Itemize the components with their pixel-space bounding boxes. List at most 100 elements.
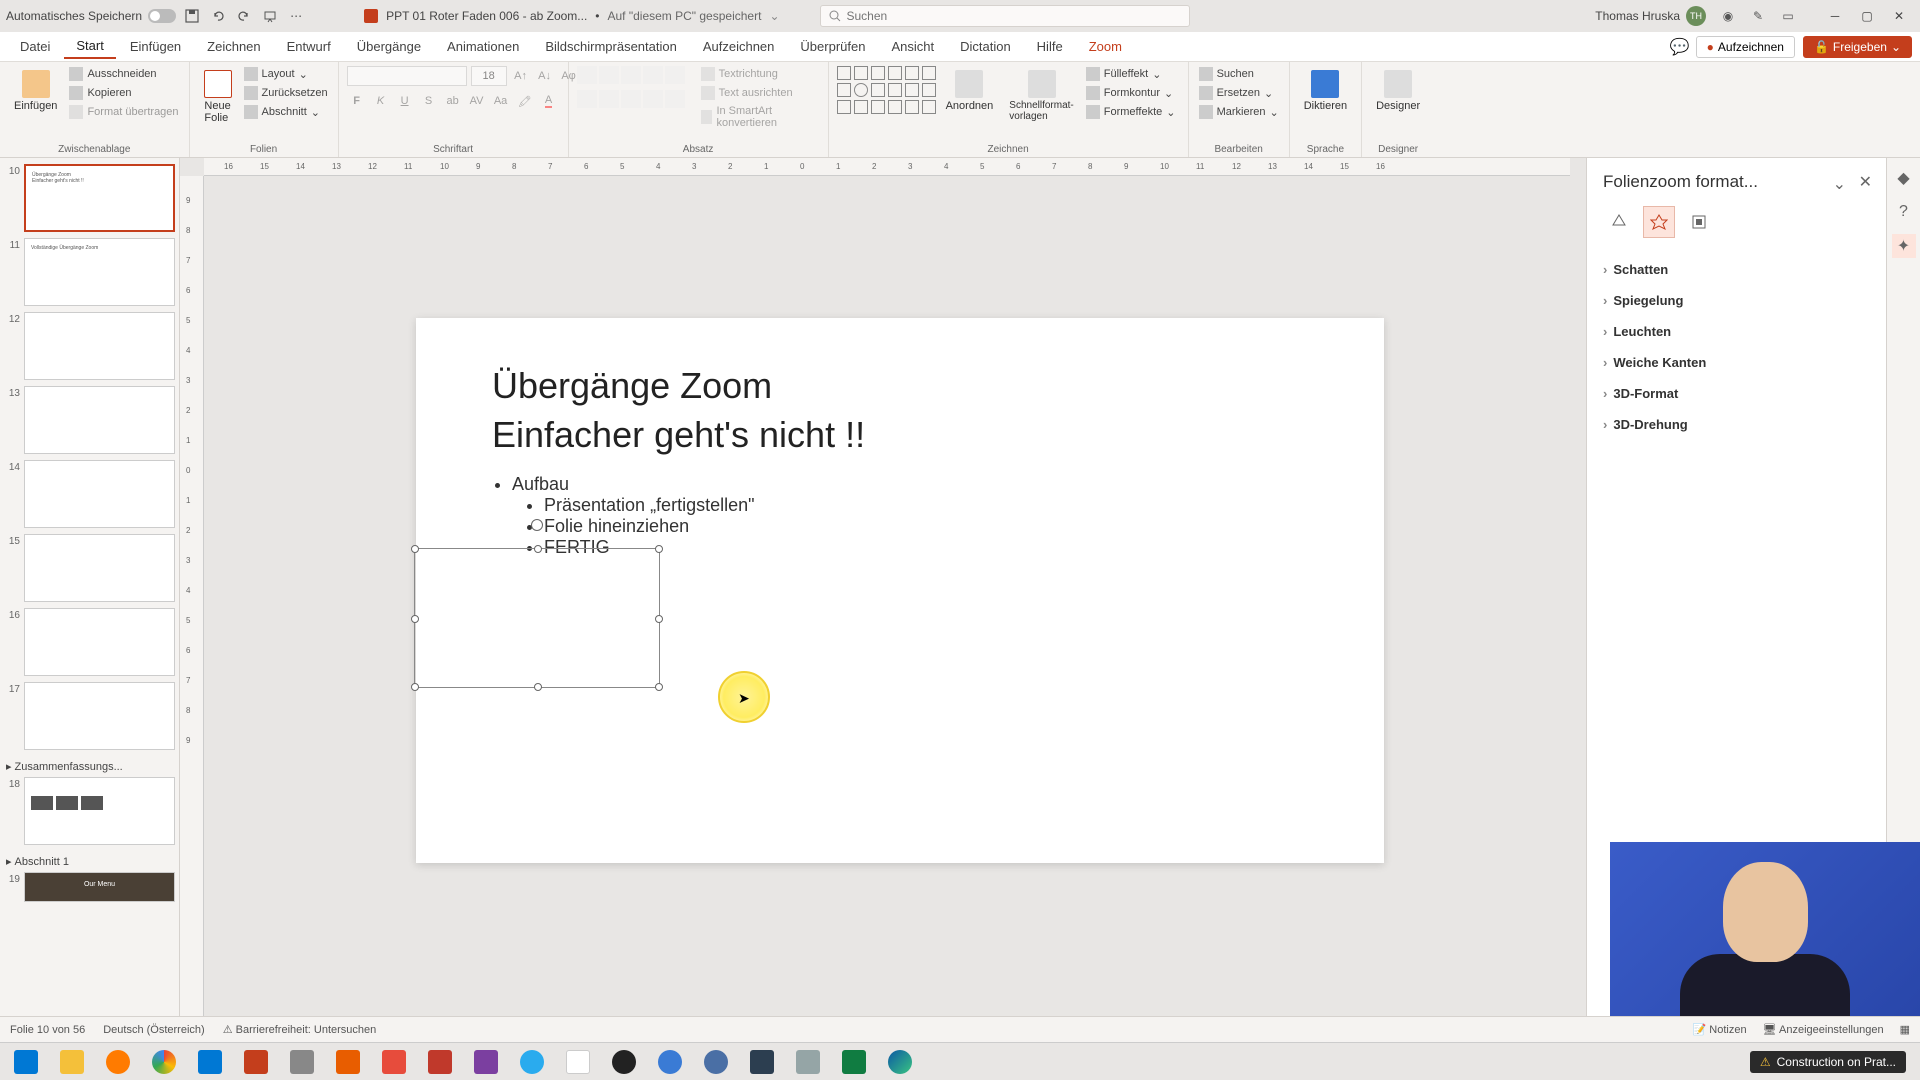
quick-styles-button[interactable]: Schnellformat- vorlagen xyxy=(1003,66,1079,126)
tab-uebergaenge[interactable]: Übergänge xyxy=(345,35,433,58)
tab-aufzeichnen[interactable]: Aufzeichnen xyxy=(691,35,787,58)
user-account[interactable]: Thomas Hruska TH xyxy=(1595,6,1706,26)
fill-line-tab[interactable] xyxy=(1603,206,1635,238)
smartart-button[interactable]: In SmartArt konvertieren xyxy=(699,104,820,130)
align-right-icon[interactable] xyxy=(621,90,641,108)
new-slide-button[interactable]: Neue Folie xyxy=(198,66,238,128)
rail-help-icon[interactable]: ? xyxy=(1892,200,1916,224)
section-schatten[interactable]: Schatten xyxy=(1603,254,1870,285)
bold-icon[interactable]: F xyxy=(347,92,367,110)
underline-icon[interactable]: U xyxy=(395,92,415,110)
align-left-icon[interactable] xyxy=(577,90,597,108)
slide-editor[interactable]: Übergänge Zoom Einfacher geht's nicht !!… xyxy=(416,318,1384,863)
columns-icon[interactable] xyxy=(665,90,685,108)
taskbar-app-icon[interactable] xyxy=(280,1045,324,1079)
slide-thumb-11[interactable]: Vollständige Übergänge Zoom xyxy=(24,238,175,306)
slide-thumb-16[interactable] xyxy=(24,608,175,676)
section-weiche-kanten[interactable]: Weiche Kanten xyxy=(1603,347,1870,378)
cut-button[interactable]: Ausschneiden xyxy=(67,66,180,82)
italic-icon[interactable]: K xyxy=(371,92,391,110)
section-3d-drehung[interactable]: 3D-Drehung xyxy=(1603,409,1870,440)
designer-button[interactable]: Designer xyxy=(1370,66,1426,116)
tab-start[interactable]: Start xyxy=(64,34,115,59)
taskbar-powerpoint-icon[interactable] xyxy=(234,1045,278,1079)
slide-title[interactable]: Übergänge Zoom Einfacher geht's nicht !! xyxy=(492,362,865,459)
find-button[interactable]: Suchen xyxy=(1197,66,1281,82)
taskbar-vlc-icon[interactable] xyxy=(326,1045,370,1079)
taskbar-app-icon[interactable] xyxy=(648,1045,692,1079)
shape-effects-button[interactable]: Formeffekte⌄ xyxy=(1084,104,1178,120)
slide-thumb-17[interactable] xyxy=(24,682,175,750)
resize-handle[interactable] xyxy=(534,683,542,691)
document-name[interactable]: PPT 01 Roter Faden 006 - ab Zoom... xyxy=(386,9,587,23)
slide-canvas-area[interactable]: 1615141312111098765432101234567891011121… xyxy=(180,158,1586,1016)
save-icon[interactable] xyxy=(184,8,200,24)
taskbar-outlook-icon[interactable] xyxy=(188,1045,232,1079)
shadow-icon[interactable]: ab xyxy=(443,92,463,110)
search-input[interactable] xyxy=(847,9,1181,23)
resize-handle[interactable] xyxy=(411,683,419,691)
present-from-start-icon[interactable] xyxy=(262,8,278,24)
slide-thumb-10[interactable]: Übergänge ZoomEinfacher geht's nicht !! xyxy=(24,164,175,232)
section-header-summary[interactable]: ▸Zusammenfassungs... xyxy=(4,756,175,777)
tab-bildschirmpraesentation[interactable]: Bildschirmpräsentation xyxy=(533,35,689,58)
edit-mode-icon[interactable]: ✎ xyxy=(1750,8,1766,24)
ribbon-display-icon[interactable]: ▭ xyxy=(1780,8,1796,24)
taskbar-explorer-icon[interactable] xyxy=(50,1045,94,1079)
taskbar-app-icon[interactable] xyxy=(418,1045,462,1079)
resize-handle[interactable] xyxy=(411,545,419,553)
tab-animationen[interactable]: Animationen xyxy=(435,35,531,58)
select-button[interactable]: Markieren⌄ xyxy=(1197,104,1281,120)
notes-button[interactable]: 📝 Notizen xyxy=(1693,1023,1747,1036)
decrease-font-icon[interactable]: A↓ xyxy=(535,67,555,85)
undo-icon[interactable] xyxy=(210,8,226,24)
accessibility-status[interactable]: ⚠ Barrierefreiheit: Untersuchen xyxy=(223,1023,377,1036)
taskbar-edge-icon[interactable] xyxy=(878,1045,922,1079)
language-status[interactable]: Deutsch (Österreich) xyxy=(103,1024,204,1036)
slide-counter[interactable]: Folie 10 von 56 xyxy=(10,1024,85,1036)
strikethrough-icon[interactable]: S xyxy=(419,92,439,110)
slide-thumb-14[interactable] xyxy=(24,460,175,528)
taskbar-chrome-icon[interactable] xyxy=(142,1045,186,1079)
slide-thumb-18[interactable] xyxy=(24,777,175,845)
minimize-button[interactable]: ─ xyxy=(1820,5,1850,27)
resize-handle[interactable] xyxy=(655,545,663,553)
copy-button[interactable]: Kopieren xyxy=(67,85,180,101)
autosave-toggle[interactable] xyxy=(148,9,176,23)
taskbar-onenote-icon[interactable] xyxy=(464,1045,508,1079)
resize-handle[interactable] xyxy=(655,615,663,623)
tab-dictation[interactable]: Dictation xyxy=(948,35,1023,58)
taskbar-app-icon[interactable] xyxy=(740,1045,784,1079)
share-button[interactable]: 🔓Freigeben⌄ xyxy=(1803,36,1912,58)
font-color-icon[interactable]: A xyxy=(539,92,559,110)
section-header-1[interactable]: ▸Abschnitt 1 xyxy=(4,851,175,872)
slide-thumb-12[interactable] xyxy=(24,312,175,380)
replace-button[interactable]: Ersetzen⌄ xyxy=(1197,85,1281,101)
resize-handle[interactable] xyxy=(655,683,663,691)
redo-icon[interactable] xyxy=(236,8,252,24)
selected-object[interactable] xyxy=(414,548,660,688)
section-spiegelung[interactable]: Spiegelung xyxy=(1603,285,1870,316)
slide-thumbnails-panel[interactable]: 10 Übergänge ZoomEinfacher geht's nicht … xyxy=(0,158,180,1016)
taskbar-app-icon[interactable] xyxy=(694,1045,738,1079)
format-pane-close-icon[interactable]: ✕ xyxy=(1859,172,1872,192)
clear-format-icon[interactable]: Aφ xyxy=(559,67,579,85)
comments-icon[interactable]: 💬 xyxy=(1672,39,1688,55)
align-text-button[interactable]: Text ausrichten xyxy=(699,85,820,101)
text-direction-button[interactable]: Textrichtung xyxy=(699,66,820,82)
tab-hilfe[interactable]: Hilfe xyxy=(1025,35,1075,58)
reset-button[interactable]: Zurücksetzen xyxy=(242,85,330,101)
taskbar-telegram-icon[interactable] xyxy=(510,1045,554,1079)
coming-soon-icon[interactable]: ◉ xyxy=(1720,8,1736,24)
start-button[interactable] xyxy=(4,1045,48,1079)
bullets-icon[interactable] xyxy=(577,66,597,84)
indent-inc-icon[interactable] xyxy=(643,66,663,84)
dictate-button[interactable]: Diktieren xyxy=(1298,66,1353,116)
tab-ueberpruefen[interactable]: Überprüfen xyxy=(788,35,877,58)
font-size-select[interactable] xyxy=(471,66,507,86)
taskbar-firefox-icon[interactable] xyxy=(96,1045,140,1079)
rail-format-icon[interactable]: ◆ xyxy=(1892,166,1916,190)
shape-fill-button[interactable]: Fülleffekt⌄ xyxy=(1084,66,1178,82)
tab-ansicht[interactable]: Ansicht xyxy=(879,35,946,58)
shape-outline-button[interactable]: Formkontur⌄ xyxy=(1084,85,1178,101)
